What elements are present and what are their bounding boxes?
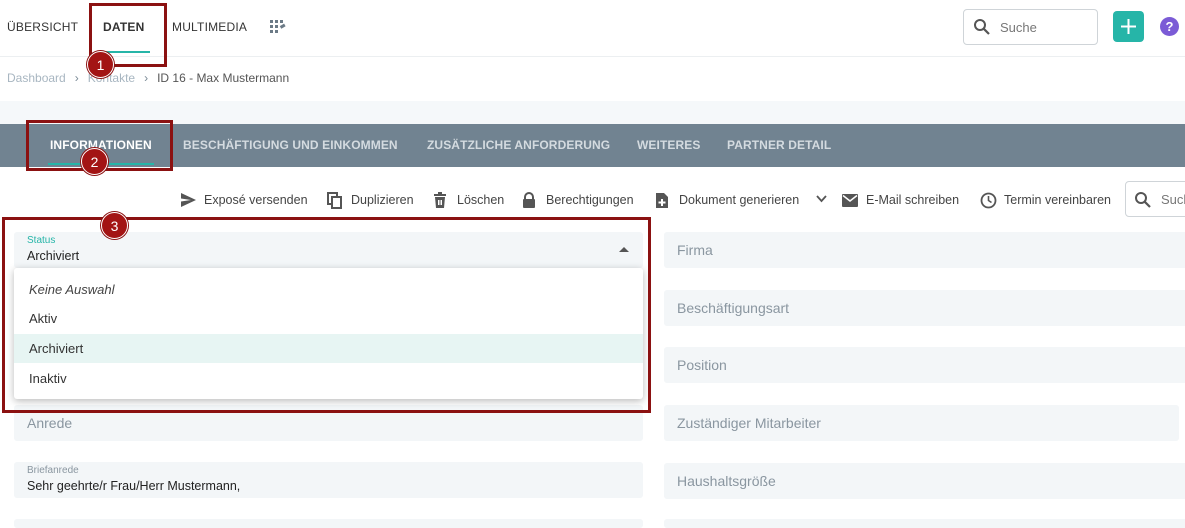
breadcrumb-separator: › xyxy=(74,71,79,85)
briefanrede-field[interactable]: Briefanrede Sehr geehrte/r Frau/Herr Mus… xyxy=(14,462,643,498)
plus-icon xyxy=(1121,19,1136,34)
zustaendiger-mitarbeiter-field[interactable]: Zuständiger Mitarbeiter xyxy=(664,405,1179,441)
toolbar-search-input[interactable]: Such xyxy=(1125,181,1185,217)
nav-tab-uebersicht[interactable]: ÜBERSICHT xyxy=(7,0,78,55)
email-schreiben-label: E-Mail schreiben xyxy=(866,193,960,207)
search-icon xyxy=(1135,192,1151,208)
breadcrumb-dashboard[interactable]: Dashboard xyxy=(7,71,66,85)
tab-weiteres[interactable]: WEITERES xyxy=(637,124,700,167)
position-label: Position xyxy=(677,357,727,373)
briefanrede-label: Briefanrede xyxy=(27,465,79,476)
position-field[interactable]: Position xyxy=(664,347,1185,383)
clock-icon xyxy=(980,192,997,209)
lock-icon xyxy=(523,192,535,208)
berechtigungen-label: Berechtigungen xyxy=(546,193,634,207)
dokument-generieren-label: Dokument generieren xyxy=(679,193,800,207)
annotation-badge-1: 1 xyxy=(87,51,114,78)
header-band xyxy=(0,101,1185,124)
copy-icon xyxy=(327,192,342,209)
toolbar-search-placeholder: Such xyxy=(1161,192,1185,207)
annotation-badge-3: 3 xyxy=(101,212,128,239)
send-icon xyxy=(181,193,196,207)
firma-label: Firma xyxy=(677,242,713,258)
search-icon xyxy=(974,19,990,35)
annotation-box-3 xyxy=(2,217,651,413)
briefanrede-value: Sehr geehrte/r Frau/Herr Mustermann, xyxy=(27,479,241,493)
help-icon[interactable]: ? xyxy=(1160,17,1179,36)
grid-icon[interactable] xyxy=(270,20,286,36)
termin-vereinbaren-label: Termin vereinbaren xyxy=(1004,193,1111,207)
next-field[interactable] xyxy=(14,519,643,528)
tab-zusaetzliche-anforderung[interactable]: ZUSÄTZLICHE ANFORDERUNG xyxy=(427,124,610,167)
nav-tab-multimedia[interactable]: MULTIMEDIA xyxy=(172,0,247,55)
beschaeftigungsart-label: Beschäftigungsart xyxy=(677,300,790,316)
action-toolbar: Exposé versenden Duplizieren Löschen Ber… xyxy=(0,183,1185,217)
haushaltsgroesse-field[interactable]: Haushaltsgröße xyxy=(664,463,1185,499)
breadcrumb-separator: › xyxy=(144,71,149,85)
annotation-badge-2: 2 xyxy=(81,148,108,175)
section-tab-bar: INFORMATIONEN BESCHÄFTIGUNG UND EINKOMME… xyxy=(0,124,1185,167)
add-button[interactable] xyxy=(1113,11,1144,42)
duplizieren-label: Duplizieren xyxy=(351,193,414,207)
next-right-field[interactable] xyxy=(664,519,1185,528)
breadcrumb-current: ID 16 - Max Mustermann xyxy=(157,71,290,85)
breadcrumb: Dashboard › Kontakte › ID 16 - Max Musterman… xyxy=(7,71,289,85)
expose-versenden-label: Exposé versenden xyxy=(204,193,308,207)
document-plus-icon xyxy=(656,193,668,208)
zustaendiger-mitarbeiter-label: Zuständiger Mitarbeiter xyxy=(677,415,821,431)
search-placeholder: Suche xyxy=(1000,20,1037,35)
haushaltsgroesse-label: Haushaltsgröße xyxy=(677,473,776,489)
tab-partner-detail[interactable]: PARTNER DETAIL xyxy=(727,124,831,167)
firma-field[interactable]: Firma xyxy=(664,232,1185,268)
loeschen-label: Löschen xyxy=(457,193,505,207)
chevron-down-icon[interactable] xyxy=(816,195,827,203)
tab-beschaeftigung-und-einkommen[interactable]: BESCHÄFTIGUNG UND EINKOMMEN xyxy=(183,124,398,167)
mail-icon xyxy=(842,194,858,207)
global-search-input[interactable]: Suche xyxy=(963,9,1098,45)
anrede-label: Anrede xyxy=(27,415,73,431)
trash-icon xyxy=(434,192,446,208)
beschaeftigungsart-field[interactable]: Beschäftigungsart xyxy=(664,290,1185,326)
top-navigation: ÜBERSICHT DATEN MULTIMEDIA Suche ? xyxy=(0,0,1185,57)
